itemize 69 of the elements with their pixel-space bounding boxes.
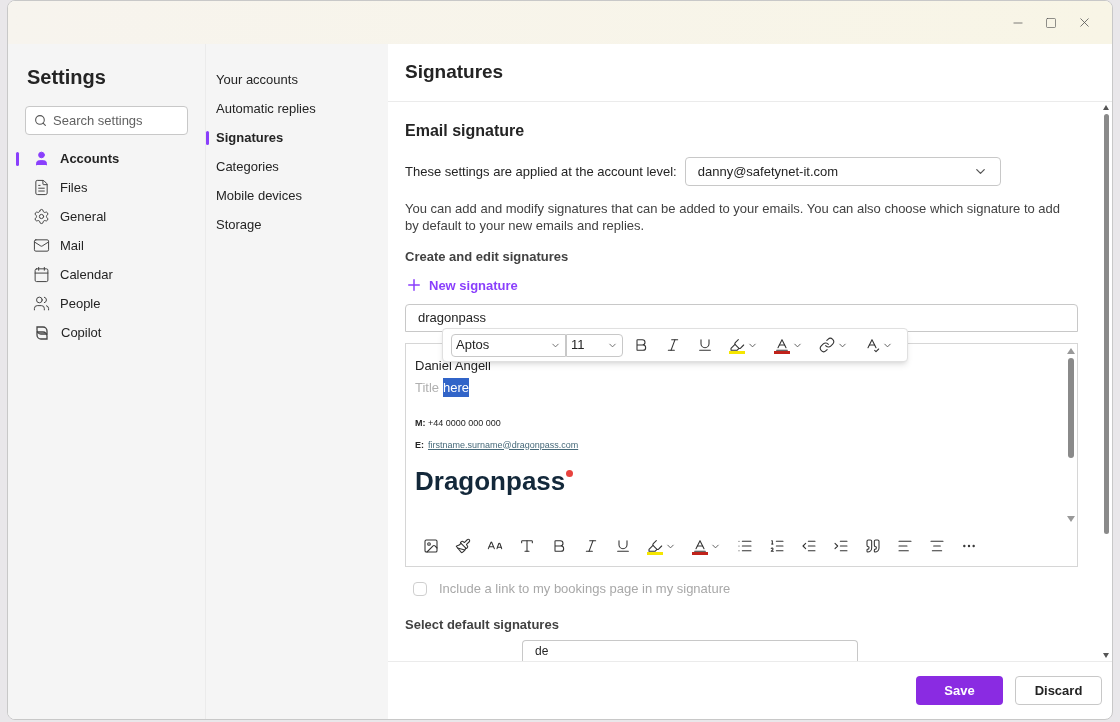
- category-item[interactable]: General: [16, 202, 188, 231]
- font-color-icon: [692, 537, 708, 555]
- category-item[interactable]: Files: [16, 173, 188, 202]
- category-item[interactable]: Mail: [16, 231, 188, 260]
- size-dropdown[interactable]: 11: [566, 333, 623, 357]
- title-placeholder: Title: [415, 378, 440, 397]
- subnav-item[interactable]: Your accounts: [206, 65, 388, 94]
- maximize-icon[interactable]: [1045, 16, 1057, 29]
- signature-name: Daniel Angell: [415, 357, 492, 375]
- people-icon: [33, 295, 50, 312]
- category-item[interactable]: Calendar: [16, 260, 188, 289]
- save-button[interactable]: Save: [916, 676, 1003, 705]
- document-icon: [33, 179, 50, 196]
- logo: Dragonpass: [415, 464, 576, 498]
- underline-icon: [697, 337, 713, 353]
- font-dropdown[interactable]: Aptos: [451, 333, 566, 357]
- page-title: Signatures: [405, 60, 504, 85]
- category-item[interactable]: People: [16, 289, 188, 318]
- search-icon: [34, 114, 47, 127]
- numbered-list-icon: [769, 538, 785, 554]
- selected-text: here: [443, 377, 470, 397]
- align-left-icon: [897, 538, 913, 554]
- email-link[interactable]: firstname.surname@dragonpass.com: [428, 438, 579, 452]
- create-heading: Create and edit signatures: [405, 248, 570, 266]
- search-field[interactable]: Search settings: [25, 106, 188, 135]
- scroll-down-icon[interactable]: [1103, 653, 1109, 658]
- bold-icon: [633, 337, 649, 353]
- subnav-item[interactable]: Mobile devices: [206, 181, 388, 210]
- settings-title: Settings: [26, 65, 107, 90]
- italic-icon: [583, 538, 599, 554]
- section-title: Email signature: [405, 121, 526, 141]
- gear-icon: [33, 208, 50, 225]
- default-heading: Select default signatures: [405, 615, 560, 634]
- subnav-item[interactable]: Storage: [206, 210, 388, 239]
- subnav-item[interactable]: Signatures: [206, 123, 388, 152]
- outdent-icon: [801, 538, 817, 554]
- image-icon: [423, 538, 439, 554]
- highlighter-icon: [729, 336, 745, 354]
- paintbrush-icon: [455, 538, 471, 554]
- account-dropdown[interactable]: danny@safetynet-it.com: [684, 157, 1001, 186]
- spellcheck-icon: [864, 337, 880, 353]
- account-label: These settings are applied at the account level:: [405, 162, 677, 181]
- swirl-icon: [33, 323, 51, 342]
- italic-icon: [665, 337, 681, 353]
- subnav-item[interactable]: Automatic replies: [206, 94, 388, 123]
- mail-icon: [33, 237, 50, 254]
- underline-icon: [615, 538, 631, 554]
- highlighter-icon: [647, 537, 663, 555]
- category-item[interactable]: Copilot: [16, 318, 188, 347]
- quote-icon: [865, 538, 881, 554]
- align-center-icon: [929, 538, 945, 554]
- subnav-item[interactable]: Categories: [206, 152, 388, 181]
- phone-line: M: +44 0000 000 000: [415, 417, 502, 430]
- new-signature-button[interactable]: New signature: [405, 275, 518, 295]
- indent-icon: [833, 538, 849, 554]
- user-icon: [33, 150, 50, 167]
- font-color-icon: [774, 336, 790, 354]
- calendar-icon: [33, 266, 50, 283]
- bullet-list-icon: [737, 538, 753, 554]
- bold-icon: [551, 538, 567, 554]
- text-style-icon: [519, 538, 535, 554]
- email-label: E:: [415, 438, 424, 452]
- description-text: You can add and modify signatures that can be added to your emails. You can also choose which signature to add by default to your new emails and replies.: [405, 200, 1062, 234]
- close-icon[interactable]: [1077, 15, 1092, 30]
- category-item[interactable]: Accounts: [16, 144, 188, 173]
- link-icon: [819, 337, 835, 353]
- default-signature-dropdown[interactable]: de: [522, 640, 858, 661]
- scroll-up-icon[interactable]: [1103, 105, 1109, 110]
- discard-button[interactable]: Discard: [1015, 676, 1102, 705]
